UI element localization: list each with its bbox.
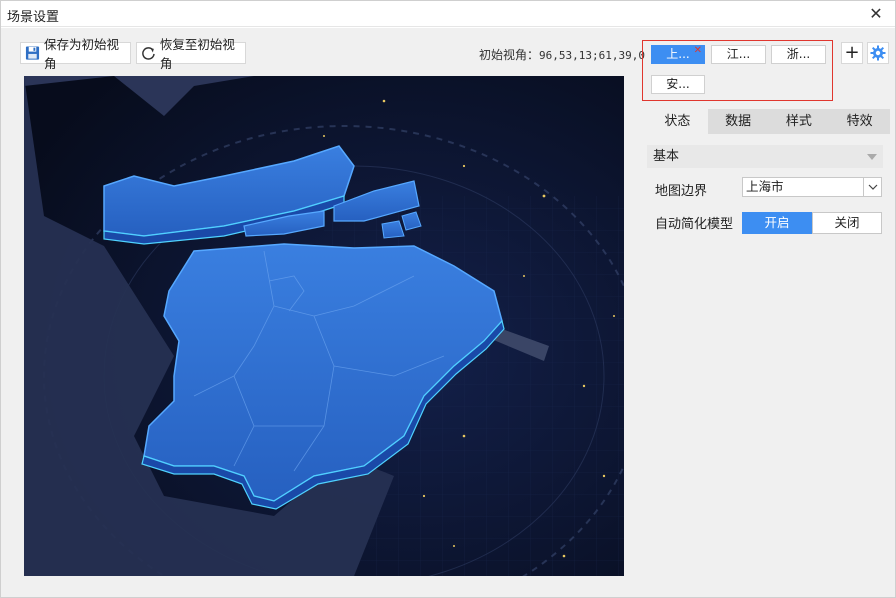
region-settings-button[interactable] <box>867 42 889 64</box>
tab-effects[interactable]: 特效 <box>829 109 890 134</box>
dialog-body: 保存为初始视角 恢复至初始视角 初始视角：96,53,13;61,39,0 上.… <box>1 28 895 597</box>
initial-view-value: 96,53,13;61,39,0 <box>539 49 645 62</box>
collapse-caret-icon <box>867 154 877 160</box>
region-tab-zhejiang[interactable]: 浙... <box>771 45 826 64</box>
auto-simplify-label: 自动简化模型 <box>655 217 734 232</box>
close-icon[interactable]: ✕ <box>694 42 702 59</box>
map-border-value: 上海市 <box>746 179 784 194</box>
auto-simplify-on-button[interactable]: 开启 <box>742 212 812 234</box>
chevron-down-icon <box>863 178 881 196</box>
tab-style[interactable]: 样式 <box>769 109 830 134</box>
save-initial-view-button[interactable]: 保存为初始视角 <box>20 37 131 71</box>
gear-icon <box>870 45 886 61</box>
restore-initial-view-button[interactable]: 恢复至初始视角 <box>136 37 246 71</box>
region-tab-label: 上... <box>666 47 690 61</box>
region-tab-jiangsu[interactable]: 江... <box>711 45 766 64</box>
map-preview[interactable] <box>24 76 624 576</box>
titlebar: 场景设置 ✕ <box>1 1 895 27</box>
close-icon[interactable]: ✕ <box>865 3 887 25</box>
property-tabs: 状态 数据 样式 特效 <box>647 109 890 134</box>
region-tab-label: 安... <box>666 77 690 91</box>
section-basic[interactable]: 基本 <box>647 145 883 168</box>
initial-view-readout: 初始视角：96,53,13;61,39,0 <box>479 46 645 63</box>
add-region-button[interactable]: + <box>841 42 863 64</box>
map-border-label: 地图边界 <box>655 184 708 199</box>
save-initial-view-label: 保存为初始视角 <box>44 37 120 71</box>
section-title: 基本 <box>653 149 680 164</box>
map-border-select[interactable]: 上海市 <box>742 177 882 197</box>
region-tab-label: 浙... <box>786 47 811 61</box>
window-title: 场景设置 <box>7 10 60 25</box>
refresh-icon <box>142 47 155 60</box>
tab-data[interactable]: 数据 <box>708 109 769 134</box>
region-tab-shanghai[interactable]: 上... ✕ <box>651 45 705 64</box>
region-tab-anhui[interactable]: 安... <box>651 75 705 94</box>
scene-settings-dialog: 场景设置 ✕ 保存为初始视角 恢复至初始视角 初始视角：96,53,13;61,… <box>0 0 896 598</box>
plus-icon: + <box>844 42 860 63</box>
region-tabs-group: 上... ✕ 江... 浙... 安... <box>642 40 833 101</box>
save-icon <box>25 46 40 60</box>
restore-initial-view-label: 恢复至初始视角 <box>159 37 235 71</box>
region-tab-label: 江... <box>726 47 751 61</box>
initial-view-label: 初始视角： <box>479 48 540 62</box>
tab-status[interactable]: 状态 <box>647 109 708 134</box>
map-canvas <box>24 76 624 576</box>
auto-simplify-off-button[interactable]: 关闭 <box>812 212 882 234</box>
